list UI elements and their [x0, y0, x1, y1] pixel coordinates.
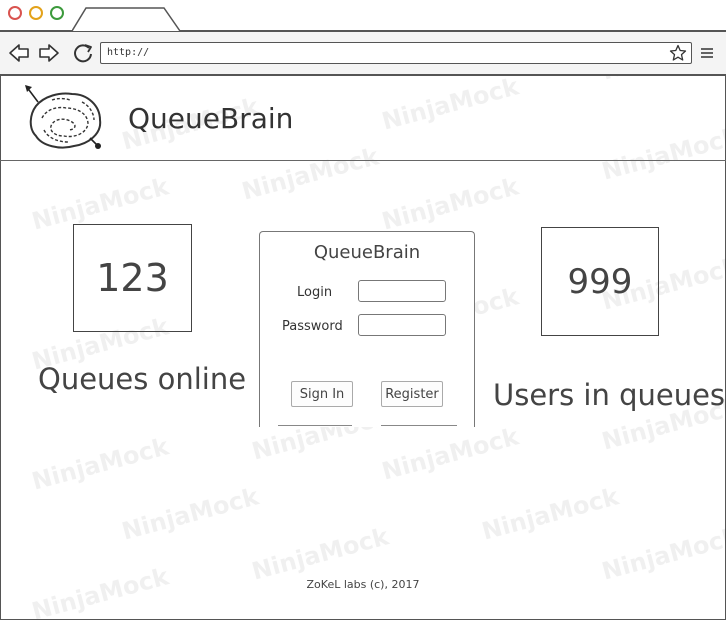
reload-icon[interactable]: [72, 42, 94, 64]
maximize-window-button[interactable]: [50, 6, 64, 20]
close-window-button[interactable]: [8, 6, 22, 20]
users-in-queues-counter: 999: [541, 227, 659, 336]
browser-tab[interactable]: [72, 7, 182, 31]
app-header: QueueBrain: [0, 76, 726, 161]
password-label: Password: [282, 319, 343, 334]
login-panel-title: QueueBrain: [313, 242, 421, 263]
address-bar[interactable]: http://: [100, 42, 692, 64]
queues-online-caption: Queues online: [38, 362, 247, 396]
browser-titlebar: [0, 0, 726, 32]
back-arrow-icon[interactable]: [8, 42, 30, 64]
login-input[interactable]: [358, 280, 446, 302]
sign-in-button[interactable]: Sign In: [291, 381, 353, 407]
users-in-queues-caption: Users in queues: [493, 378, 726, 412]
queues-online-value: 123: [96, 256, 169, 300]
password-input[interactable]: [358, 314, 446, 336]
queues-online-counter: 123: [73, 224, 192, 332]
register-button-shadow: [381, 425, 457, 429]
footer-copyright: ZoKeL labs (c), 2017: [306, 578, 420, 591]
register-button[interactable]: Register: [381, 381, 443, 407]
browser-toolbar: http://: [0, 32, 726, 76]
sign-in-button-shadow: [278, 425, 352, 429]
star-icon[interactable]: [669, 44, 687, 62]
login-label: Login: [297, 285, 333, 300]
minimize-window-button[interactable]: [29, 6, 43, 20]
app-brand-title: QueueBrain: [128, 102, 294, 135]
login-panel: QueueBrain Login Password Sign In Regist…: [259, 231, 475, 427]
url-text: http://: [107, 47, 150, 58]
menu-icon[interactable]: [700, 46, 714, 60]
forward-arrow-icon[interactable]: [38, 42, 60, 64]
brain-maze-logo: [25, 85, 102, 149]
users-in-queues-value: 999: [567, 261, 633, 302]
